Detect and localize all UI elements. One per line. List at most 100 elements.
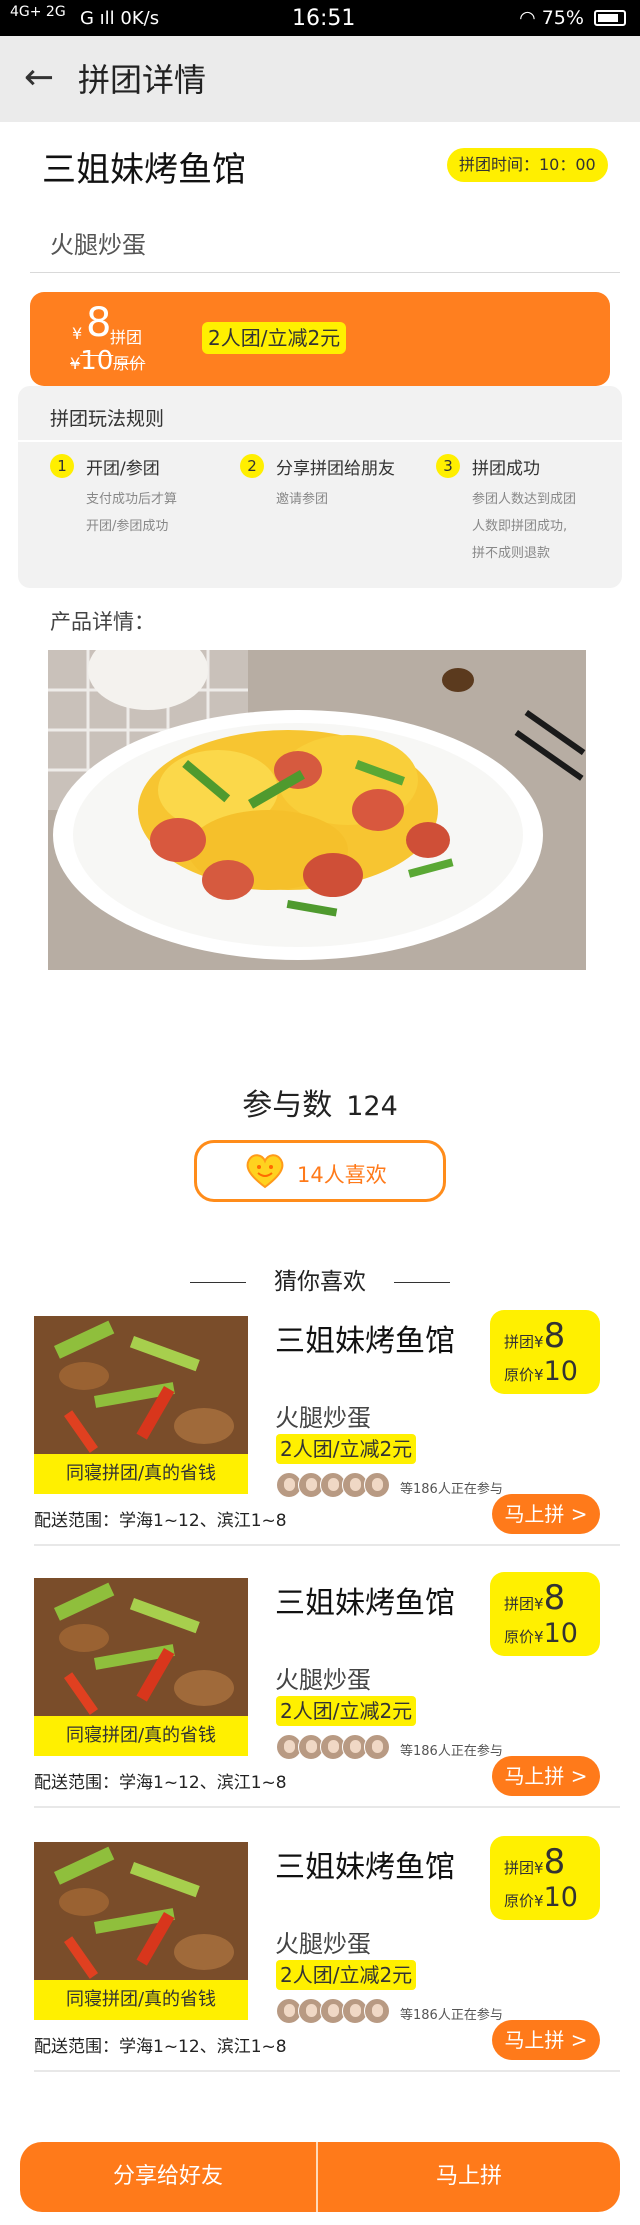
original-price-label: 原价 <box>504 1628 535 1646</box>
avatar <box>364 1472 390 1498</box>
battery-level: 75% <box>541 7 584 29</box>
recommendation-card[interactable]: 同寝拼团/真的省钱 配送范围：学海1~12、滨江1~8 三姐妹烤鱼馆 拼团¥8 … <box>0 1836 640 2106</box>
shop-name: 三姐妹烤鱼馆 <box>42 150 246 190</box>
group-rules-panel: 拼团玩法规则 1 开团/参团 支付成功后才算 开团/参团成功 2 分享拼团给朋友… <box>18 386 622 588</box>
original-price: 原价¥10 <box>504 1882 578 1913</box>
price-box: 拼团¥8 原价¥10 <box>490 1836 600 1920</box>
join-now-button[interactable]: 马上拼 > <box>492 1756 600 1796</box>
rules-title: 拼团玩法规则 <box>50 408 165 430</box>
original-price-value: 10 <box>80 346 114 376</box>
recommendation-card[interactable]: 同寝拼团/真的省钱 配送范围：学海1~12、滨江1~8 三姐妹烤鱼馆 拼团¥8 … <box>0 1310 640 1580</box>
shop-name: 三姐妹烤鱼馆 <box>275 1324 455 1359</box>
original-price-label: 原价 <box>113 354 146 373</box>
group-price: 拼团¥8 <box>504 1842 565 1882</box>
scrambled-egg-ham-image <box>48 650 586 970</box>
thumbnail-tag: 同寝拼团/真的省钱 <box>34 1716 248 1756</box>
dish-name: 火腿炒蛋 <box>275 1404 371 1432</box>
step-desc: 参团人数达到成团 人数即拼团成功, 拼不成则退款 <box>472 486 576 567</box>
like-count-label: 14人喜欢 <box>297 1163 387 1187</box>
avatar <box>364 1734 390 1760</box>
step-number: 2 <box>240 454 264 478</box>
dish-name: 火腿炒蛋 <box>275 1666 371 1694</box>
original-price-label: 原价 <box>504 1366 535 1384</box>
original-price: 原价¥10 <box>504 1356 578 1387</box>
step-desc: 支付成功后才算 开团/参团成功 <box>86 486 177 540</box>
participant-number: 124 <box>346 1091 398 1122</box>
group-price: 拼团¥8 <box>504 1316 565 1356</box>
group-price-label: 拼团 <box>504 1333 535 1351</box>
price-box: 拼团¥8 原价¥10 <box>490 1572 600 1656</box>
divider <box>30 272 620 273</box>
original-price-value: 10 <box>543 1882 578 1913</box>
group-price-label: 拼团 <box>504 1859 535 1877</box>
currency-symbol: ¥ <box>534 1859 544 1877</box>
step-number: 1 <box>50 454 74 478</box>
joining-count: 等186人正在参与 <box>400 2008 503 2023</box>
app-header: ← 拼团详情 <box>0 36 640 122</box>
step-desc: 邀请参团 <box>276 486 328 513</box>
status-time: 16:51 <box>292 6 356 31</box>
delivery-range: 配送范围：学海1~12、滨江1~8 <box>34 2037 287 2057</box>
share-to-friends-button[interactable]: 分享给好友 <box>20 2142 316 2212</box>
status-right: ◠ 75% <box>519 7 626 29</box>
joining-count: 等186人正在参与 <box>400 1482 503 1497</box>
original-currency: ¥ <box>70 354 81 373</box>
step-number: 3 <box>436 454 460 478</box>
delivery-range: 配送范围：学海1~12、滨江1~8 <box>34 1511 287 1531</box>
thumbnail-tag: 同寝拼团/真的省钱 <box>34 1454 248 1494</box>
divider <box>34 2070 620 2072</box>
bottom-action-bar: 分享给好友 马上拼 <box>20 2142 620 2212</box>
network-type: 4G+ 2G <box>10 4 66 20</box>
page-title: 拼团详情 <box>78 61 207 99</box>
divider <box>18 440 622 442</box>
group-price-label: 拼团 <box>110 328 143 347</box>
status-bar: 4G+ 2G G ıll 0K/s 16:51 ◠ 75% <box>0 0 640 36</box>
price-box: 拼团¥8 原价¥10 <box>490 1310 600 1394</box>
heart-smile-icon <box>246 1154 284 1189</box>
step-desc-line: 人数即拼团成功, <box>472 519 568 534</box>
original-price-label: 原价 <box>504 1892 535 1910</box>
shop-name: 三姐妹烤鱼馆 <box>275 1586 455 1621</box>
original-price-value: 10 <box>543 1618 578 1649</box>
network-speed: G ıll 0K/s <box>80 8 160 29</box>
joining-count: 等186人正在参与 <box>400 1744 503 1759</box>
original-price: ¥10原价 <box>70 346 145 376</box>
shop-name: 三姐妹烤鱼馆 <box>275 1850 455 1885</box>
divider <box>394 1282 450 1283</box>
promo-chip: 2人团/立减2元 <box>202 322 347 354</box>
thumbnail-tag: 同寝拼团/真的省钱 <box>34 1980 248 2020</box>
group-price-value: 8 <box>543 1842 566 1882</box>
step-label: 拼团成功 <box>472 459 540 479</box>
back-arrow-icon[interactable]: ← <box>24 58 54 98</box>
step-desc-line: 支付成功后才算 <box>86 492 178 507</box>
group-price-label: 拼团 <box>504 1595 535 1613</box>
group-price: 拼团¥8 <box>504 1578 565 1618</box>
currency-symbol: ¥ <box>72 324 83 343</box>
join-now-button[interactable]: 马上拼 <box>318 2142 620 2212</box>
promo-chip: 2人团/立减2元 <box>276 1960 417 1990</box>
avatar <box>364 1998 390 2024</box>
divider <box>34 1806 620 1808</box>
currency-symbol: ¥ <box>534 1333 544 1351</box>
battery-icon <box>594 10 626 26</box>
wifi-icon: ◠ <box>519 7 536 29</box>
step-label: 开团/参团 <box>86 459 160 479</box>
group-price: 8 <box>86 300 112 346</box>
recommendation-card[interactable]: 同寝拼团/真的省钱 配送范围：学海1~12、滨江1~8 三姐妹烤鱼馆 拼团¥8 … <box>0 1572 640 1842</box>
currency-symbol: ¥ <box>534 1595 544 1613</box>
like-button[interactable]: 14人喜欢 <box>194 1140 446 1202</box>
product-detail-label: 产品详情： <box>50 610 155 634</box>
join-now-button[interactable]: 马上拼 > <box>492 2020 600 2060</box>
original-price-value: 10 <box>543 1356 578 1387</box>
participant-label: 参与数 <box>242 1088 333 1123</box>
step-desc-line: 开团/参团成功 <box>86 519 169 534</box>
delivery-range: 配送范围：学海1~12、滨江1~8 <box>34 1773 287 1793</box>
group-price-value: 8 <box>543 1578 566 1618</box>
step-label: 分享拼团给朋友 <box>276 459 395 479</box>
participant-count: 参与数 124 <box>0 1080 640 1124</box>
guess-you-like-title: 猜你喜欢 <box>274 1269 366 1295</box>
original-price: 原价¥10 <box>504 1618 578 1649</box>
join-now-button[interactable]: 马上拼 > <box>492 1494 600 1534</box>
promo-chip: 2人团/立减2元 <box>276 1696 417 1726</box>
promo-chip: 2人团/立减2元 <box>276 1434 417 1464</box>
